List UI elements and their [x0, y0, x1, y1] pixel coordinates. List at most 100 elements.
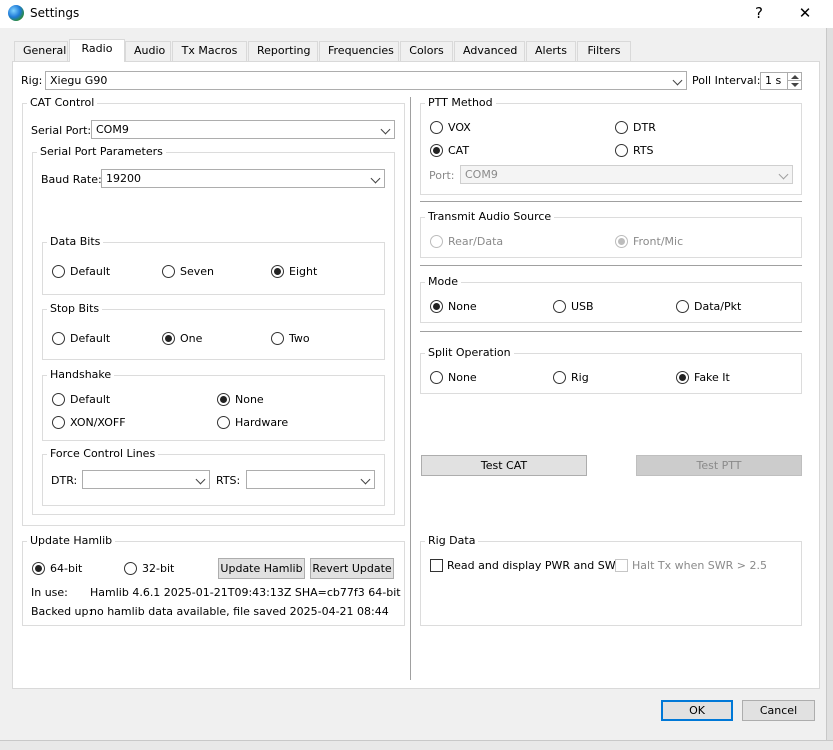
baud-rate-select[interactable]: 19200	[101, 169, 385, 188]
rts-label: RTS:	[216, 474, 241, 487]
column-splitter[interactable]	[410, 97, 411, 680]
stop-bits-two-radio[interactable]	[271, 332, 284, 345]
split-none-radio[interactable]	[430, 371, 443, 384]
read-pwr-swr-checkbox[interactable]	[430, 559, 443, 572]
serial-port-value: COM9	[96, 123, 129, 136]
chevron-down-icon	[778, 169, 789, 180]
background-window-strip	[826, 28, 833, 740]
test-cat-button[interactable]: Test CAT	[421, 455, 587, 476]
data-bits-default-radio[interactable]	[52, 265, 65, 278]
spin-up-button[interactable]	[787, 73, 801, 81]
split-fakeit-radio[interactable]	[676, 371, 689, 384]
ptt-cat-label: CAT	[448, 144, 470, 157]
ptt-rts-label: RTS	[633, 144, 654, 157]
tx-audio-source-title: Transmit Audio Source	[425, 210, 555, 223]
tab-tx-macros[interactable]: Tx Macros	[172, 41, 247, 61]
ptt-vox-label: VOX	[448, 121, 471, 134]
split-rig-label: Rig	[571, 371, 589, 384]
baud-rate-label: Baud Rate:	[41, 173, 102, 186]
mode-usb-radio[interactable]	[553, 300, 566, 313]
poll-interval-spinbox[interactable]: 1 s	[760, 72, 802, 90]
help-button[interactable]: ?	[736, 0, 782, 28]
tx-audio-rear-label: Rear/Data	[448, 235, 504, 248]
handshake-hardware-label: Hardware	[235, 416, 289, 429]
ptt-rts-radio[interactable]	[615, 144, 628, 157]
stop-bits-title: Stop Bits	[47, 302, 103, 315]
cancel-button[interactable]: Cancel	[742, 700, 815, 721]
poll-interval-label: Poll Interval:	[692, 74, 761, 87]
tab-advanced[interactable]: Advanced	[454, 41, 525, 61]
tx-audio-front-radio[interactable]	[615, 235, 628, 248]
tab-frequencies[interactable]: Frequencies	[319, 41, 399, 61]
read-pwr-swr-label: Read and display PWR and SWR	[447, 559, 624, 572]
spin-down-button[interactable]	[787, 81, 801, 89]
chevron-down-icon	[672, 75, 683, 86]
update-hamlib-button[interactable]: Update Hamlib	[218, 558, 305, 579]
baud-rate-value: 19200	[106, 172, 141, 185]
rig-select[interactable]: Xiegu G90	[45, 71, 687, 90]
hamlib-32bit-radio[interactable]	[124, 562, 137, 575]
tx-audio-front-label: Front/Mic	[633, 235, 684, 248]
window-title: Settings	[30, 6, 80, 20]
split-operation-group	[420, 353, 802, 394]
close-icon[interactable]: ✕	[782, 0, 828, 28]
ok-button[interactable]: OK	[661, 700, 733, 721]
stop-bits-one-label: One	[180, 332, 203, 345]
ptt-port-value: COM9	[465, 168, 498, 181]
mode-none-label: None	[448, 300, 477, 313]
tab-reporting[interactable]: Reporting	[248, 41, 318, 61]
handshake-hardware-radio[interactable]	[217, 416, 230, 429]
stop-bits-default-radio[interactable]	[52, 332, 65, 345]
ptt-port-label: Port:	[429, 169, 455, 182]
chevron-down-icon	[370, 173, 381, 184]
arrow-down-icon	[791, 83, 799, 87]
title-bar: Settings ? ✕	[0, 0, 833, 28]
ptt-dtr-radio[interactable]	[615, 121, 628, 134]
mode-datapkt-radio[interactable]	[676, 300, 689, 313]
mode-datapkt-label: Data/Pkt	[694, 300, 742, 313]
in-use-value: Hamlib 4.6.1 2025-01-21T09:43:13Z SHA=cb…	[90, 586, 401, 599]
ptt-cat-radio[interactable]	[430, 144, 443, 157]
rig-data-title: Rig Data	[425, 534, 479, 547]
chevron-down-icon	[195, 474, 206, 485]
rts-select[interactable]	[246, 470, 375, 489]
mode-title: Mode	[425, 275, 461, 288]
halt-tx-swr-checkbox[interactable]	[615, 559, 628, 572]
ptt-vox-radio[interactable]	[430, 121, 443, 134]
stop-bits-one-radio[interactable]	[162, 332, 175, 345]
ptt-port-select[interactable]: COM9	[460, 165, 793, 184]
tab-general[interactable]: General	[14, 41, 68, 61]
tab-colors[interactable]: Colors	[400, 41, 453, 61]
data-bits-seven-radio[interactable]	[162, 265, 175, 278]
tab-filters[interactable]: Filters	[577, 41, 631, 61]
split-rig-radio[interactable]	[553, 371, 566, 384]
stop-bits-default-label: Default	[70, 332, 111, 345]
arrow-up-icon	[791, 75, 799, 79]
ptt-dtr-label: DTR	[633, 121, 656, 134]
data-bits-eight-radio[interactable]	[271, 265, 284, 278]
mode-none-radio[interactable]	[430, 300, 443, 313]
tab-audio[interactable]: Audio	[125, 41, 171, 61]
tab-alerts[interactable]: Alerts	[526, 41, 576, 61]
test-ptt-button[interactable]: Test PTT	[636, 455, 802, 476]
force-control-lines-title: Force Control Lines	[47, 447, 159, 460]
handshake-xonxoff-label: XON/XOFF	[70, 416, 126, 429]
handshake-default-radio[interactable]	[52, 393, 65, 406]
ptt-method-title: PTT Method	[425, 96, 496, 109]
data-bits-eight-label: Eight	[289, 265, 318, 278]
data-bits-seven-label: Seven	[180, 265, 214, 278]
serial-port-select[interactable]: COM9	[91, 120, 395, 139]
update-hamlib-title: Update Hamlib	[27, 534, 116, 547]
in-use-label: In use:	[31, 586, 68, 599]
handshake-xonxoff-radio[interactable]	[52, 416, 65, 429]
split-fakeit-label: Fake It	[694, 371, 730, 384]
hamlib-64bit-label: 64-bit	[50, 562, 83, 575]
tab-radio[interactable]: Radio	[69, 39, 125, 62]
revert-update-button[interactable]: Revert Update	[310, 558, 394, 579]
separator	[420, 331, 802, 332]
hamlib-64bit-radio[interactable]	[32, 562, 45, 575]
tx-audio-rear-radio[interactable]	[430, 235, 443, 248]
hamlib-32bit-label: 32-bit	[142, 562, 175, 575]
dtr-select[interactable]	[82, 470, 210, 489]
handshake-none-radio[interactable]	[217, 393, 230, 406]
